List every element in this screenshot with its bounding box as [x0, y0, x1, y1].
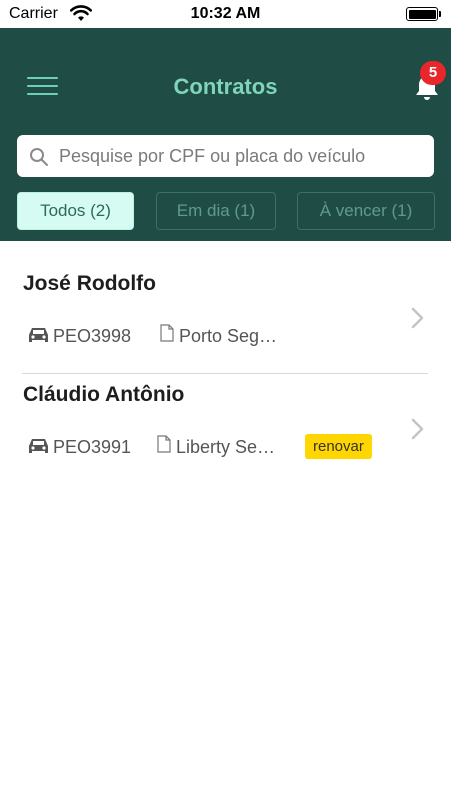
filter-due-soon[interactable]: À vencer (1)	[297, 192, 435, 230]
search-bar	[17, 135, 434, 177]
vehicle-plate: PEO3991	[53, 437, 132, 457]
filter-on-time[interactable]: Em dia (1)	[156, 192, 276, 230]
page-title: Contratos	[173, 74, 278, 99]
filter-all[interactable]: Todos (2)	[17, 192, 134, 230]
filter-tabs: Todos (2) Em dia (1) À vencer (1)	[0, 192, 451, 230]
car-icon	[29, 439, 48, 453]
battery-icon	[406, 7, 438, 21]
battery-nub	[439, 11, 441, 17]
search-icon	[30, 148, 48, 166]
insurer-name: Liberty Se…	[176, 437, 276, 457]
status-bar: Carrier 10:32 AM	[0, 0, 451, 28]
contract-holder-name: José Rodolfo	[23, 272, 157, 295]
vehicle-plate: PEO3998	[53, 326, 132, 346]
notification-badge: 5	[420, 61, 446, 85]
list-item[interactable]: Cláudio Antônio PEO3991 Liberty Se… reno…	[0, 373, 451, 484]
chevron-right-icon	[411, 307, 424, 329]
clock: 10:32 AM	[190, 5, 261, 22]
search-input[interactable]	[59, 135, 414, 177]
chevron-right-icon	[411, 418, 424, 440]
app-header: Contratos 5 Todos (2) Em dia (1) À vence…	[0, 28, 451, 241]
car-icon	[29, 328, 48, 342]
contract-holder-name: Cláudio Antônio	[23, 383, 185, 406]
renew-badge: renovar	[305, 434, 372, 459]
document-icon	[157, 435, 171, 453]
insurer-name: Porto Seg…	[179, 326, 278, 346]
list-item[interactable]: José Rodolfo PEO3998 Porto Seg…	[0, 262, 451, 374]
document-icon	[160, 324, 174, 342]
